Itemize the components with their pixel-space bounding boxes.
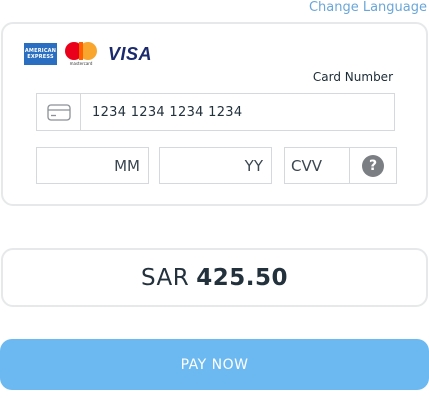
- question-icon: ?: [362, 154, 384, 177]
- mastercard-logo-text: mastercard: [69, 61, 93, 66]
- amex-logo-line2: EXPRESS: [27, 54, 54, 60]
- expiry-year-input[interactable]: [160, 148, 271, 183]
- card-details-panel: AMERICAN EXPRESS mastercard VISA Card Nu…: [1, 22, 428, 206]
- credit-card-icon: [37, 94, 81, 130]
- cvv-field: ?: [284, 147, 397, 184]
- card-number-field: [36, 93, 395, 131]
- card-number-label: Card Number: [312, 70, 393, 84]
- cvv-input[interactable]: [285, 148, 350, 183]
- expiry-month-field: [36, 147, 149, 184]
- mastercard-logo: mastercard: [64, 41, 98, 67]
- card-number-input[interactable]: [81, 94, 394, 130]
- card-brand-logos: AMERICAN EXPRESS mastercard VISA: [24, 41, 152, 67]
- change-language-link[interactable]: Change Language: [309, 0, 427, 16]
- pay-now-button[interactable]: PAY NOW: [0, 339, 429, 390]
- amount-panel: SAR 425.50: [1, 248, 428, 307]
- expiry-year-field: [159, 147, 272, 184]
- cvv-help-button[interactable]: ?: [350, 148, 396, 183]
- expiry-month-input[interactable]: [37, 148, 148, 183]
- amex-logo: AMERICAN EXPRESS: [24, 43, 57, 65]
- amount-currency: SAR: [140, 264, 190, 291]
- visa-logo: VISA: [108, 43, 153, 64]
- amount-value: 425.50: [196, 264, 288, 291]
